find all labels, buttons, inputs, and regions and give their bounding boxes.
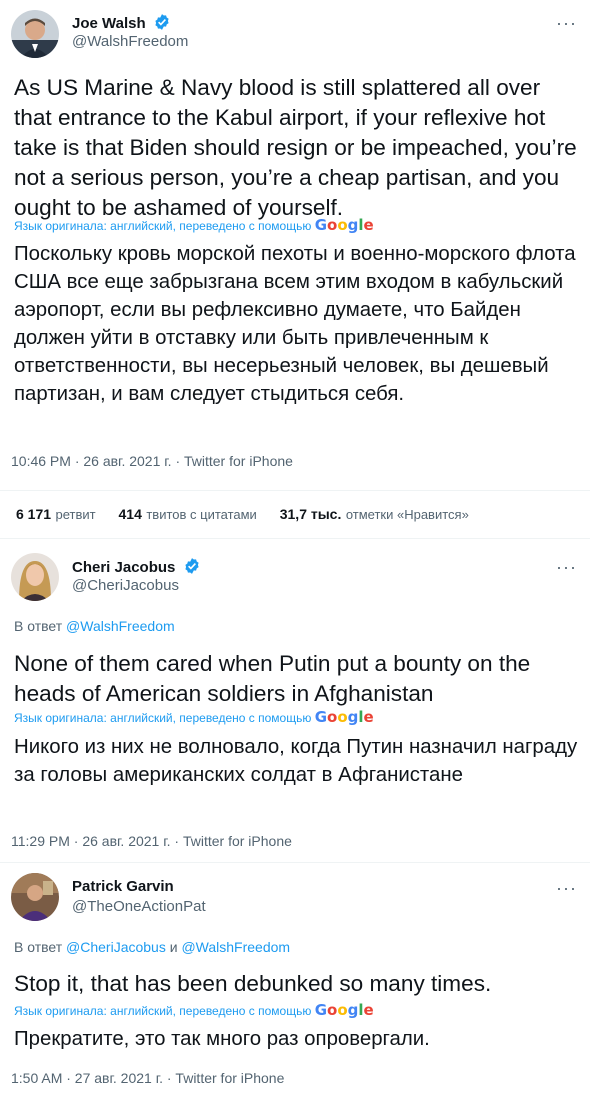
retweets-label: ретвит [55,507,96,522]
translation-note: Язык оригинала: английский, переведено с… [14,1001,374,1019]
google-logo: Google [314,216,374,234]
translated-text: Никого из них не волновало, когда Путин … [14,736,578,786]
author-name[interactable]: Cheri Jacobus [72,557,201,576]
reply-to-link[interactable]: @WalshFreedom [66,618,175,634]
tweet-timestamp[interactable]: 10:46 PM · 26 авг. 2021 г. · Twitter for… [11,453,293,469]
author-name-text: Cheri Jacobus [72,559,176,576]
reply-prefix: В ответ [14,939,63,955]
reply-to-link[interactable]: @CheriJacobus [66,939,166,955]
quotes-count: 414 [118,506,142,522]
translation-note-text: Язык оригинала: английский, переведено с… [14,711,312,725]
translated-text: Прекратите, это так много раз опровергал… [14,1028,430,1050]
tweet-text: Stop it, that has been debunked so many … [14,971,492,996]
tweet-text: None of them cared when Putin put a boun… [14,651,531,706]
translation-note: Язык оригинала: английский, переведено с… [14,708,374,726]
reply-context: В ответ @WalshFreedom [14,618,175,634]
author-name-text: Joe Walsh [72,15,146,32]
verified-badge-icon [155,14,169,30]
tweet-stats: 6 171 ретвит 414 твитов с цитатами 31,7 … [16,506,469,524]
avatar-patrick-garvin[interactable] [11,873,59,921]
quotes-label: твитов с цитатами [146,507,257,522]
verified-badge-icon [184,558,199,574]
author-handle[interactable]: @WalshFreedom [72,33,188,50]
divider [0,538,590,539]
tweet-timestamp[interactable]: 11:29 PM · 26 авг. 2021 г. · Twitter for… [11,833,292,849]
google-logo: Google [314,1001,374,1019]
author-handle[interactable]: @CheriJacobus [72,577,179,594]
retweets-stat[interactable]: 6 171 ретвит [16,506,100,523]
translation-note: Язык оригинала: английский, переведено с… [14,216,374,234]
tweet-text: As US Marine & Navy blood is still splat… [14,75,577,220]
likes-stat[interactable]: 31,7 тыс. отметки «Нравится» [280,506,469,523]
reply-prefix: В ответ [14,618,63,634]
reply-and: и [169,939,178,955]
divider [0,862,590,863]
translation-note-text: Язык оригинала: английский, переведено с… [14,1004,312,1018]
likes-count: 31,7 тыс. [279,506,342,522]
tweet-timestamp[interactable]: 1:50 AM · 27 авг. 2021 г. · Twitter for … [11,1070,284,1086]
divider [0,490,590,491]
more-options-icon[interactable]: ··· [556,14,577,32]
reply-to-link[interactable]: @WalshFreedom [181,939,290,955]
retweets-count: 6 171 [16,506,52,522]
more-options-icon[interactable]: ··· [556,879,577,897]
author-handle[interactable]: @TheOneActionPat [72,898,206,915]
avatar-joe-walsh[interactable] [11,10,59,58]
google-logo: Google [314,708,374,726]
reply-context: В ответ @CheriJacobus и @WalshFreedom [14,939,290,955]
translated-text: Поскольку кровь морской пехоты и военно-… [14,243,576,405]
more-options-icon[interactable]: ··· [556,558,577,576]
avatar-cheri-jacobus[interactable] [11,553,59,601]
translation-note-text: Язык оригинала: английский, переведено с… [14,219,312,233]
author-name[interactable]: Joe Walsh [72,13,171,32]
quotes-stat[interactable]: 414 твитов с цитатами [119,506,262,523]
likes-label: отметки «Нравится» [345,507,469,522]
author-name[interactable]: Patrick Garvin [72,878,174,895]
